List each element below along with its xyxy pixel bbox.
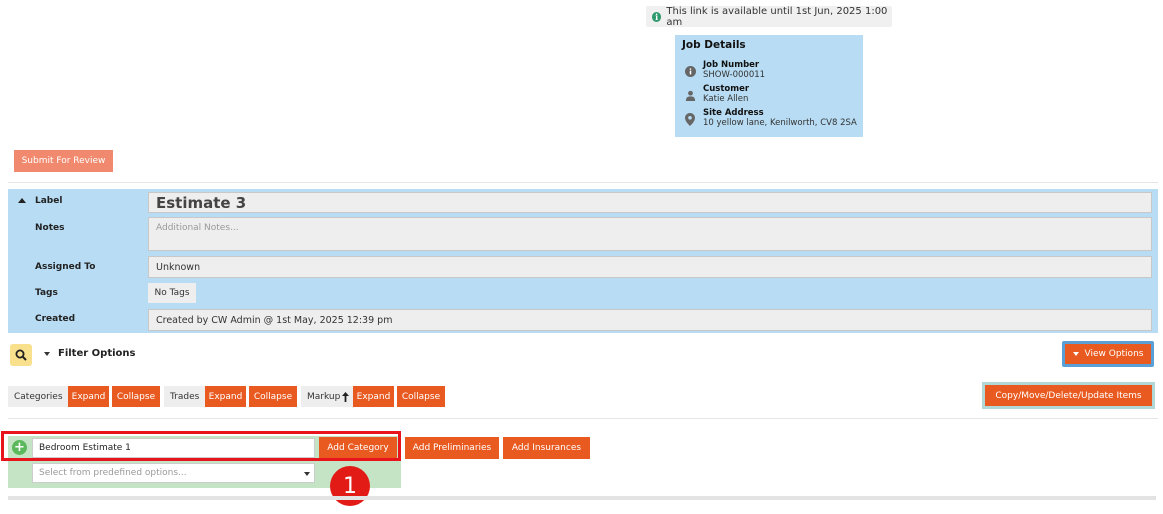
- categories-group-label: Categories: [8, 386, 68, 407]
- predefined-options-select[interactable]: Select from predefined options...: [32, 463, 315, 483]
- view-options-button[interactable]: View Options: [1065, 344, 1151, 364]
- add-insurances-button[interactable]: Add Insurances: [503, 437, 590, 459]
- markup-group-label: Markup: [301, 386, 353, 407]
- search-button[interactable]: [10, 344, 32, 366]
- filter-options-toggle[interactable]: Filter Options: [44, 348, 135, 359]
- person-icon: [683, 88, 697, 102]
- notes-textarea[interactable]: Additional Notes...: [148, 217, 1152, 251]
- step-number-badge: 1: [330, 466, 370, 506]
- assigned-to-field[interactable]: Unknown: [148, 256, 1152, 278]
- search-icon: [15, 349, 27, 361]
- select-placeholder: Select from predefined options...: [39, 468, 187, 478]
- divider: [8, 418, 1158, 419]
- caret-down-icon: [304, 472, 310, 476]
- arrow-up-icon: [342, 391, 350, 402]
- map-pin-icon: [683, 112, 697, 126]
- customer-row: Customer Katie Allen: [683, 84, 749, 105]
- customer-value: Katie Allen: [703, 94, 749, 104]
- trades-expand-button[interactable]: Expand: [205, 386, 246, 407]
- trades-collapse-button[interactable]: Collapse: [249, 386, 297, 407]
- notes-field-label: Notes: [35, 223, 65, 233]
- categories-collapse-button[interactable]: Collapse: [112, 386, 160, 407]
- created-label: Created: [35, 314, 76, 324]
- divider: [8, 182, 1158, 183]
- markup-label: Markup: [307, 391, 341, 402]
- job-number-label: Job Number: [703, 60, 760, 70]
- link-availability-notice: i This link is available until 1st Jun, …: [646, 5, 892, 28]
- site-address-value: 10 yellow lane, Kenilworth, CV8 2SA: [703, 118, 857, 128]
- caret-down-icon: [1072, 352, 1079, 356]
- submit-for-review-button[interactable]: Submit For Review: [14, 150, 113, 172]
- info-icon: [683, 64, 697, 78]
- label-field-label: Label: [35, 196, 63, 206]
- categories-expand-button[interactable]: Expand: [68, 386, 109, 407]
- highlight-box: [1, 431, 401, 461]
- copy-move-wrapper: Copy/Move/Delete/Update Items: [982, 382, 1155, 409]
- job-number-value: SHOW-000011: [703, 70, 766, 80]
- estimate-details-panel: Label Estimate 3 Notes Additional Notes.…: [8, 189, 1158, 333]
- markup-expand-button[interactable]: Expand: [353, 386, 394, 407]
- markup-collapse-button[interactable]: Collapse: [397, 386, 445, 407]
- add-preliminaries-button[interactable]: Add Preliminaries: [405, 437, 499, 459]
- job-details-title: Job Details: [682, 39, 746, 51]
- view-options-label: View Options: [1084, 349, 1144, 359]
- trades-group-label: Trades: [164, 386, 205, 407]
- tags-label: Tags: [35, 288, 58, 298]
- estimate-label-input[interactable]: Estimate 3: [148, 192, 1152, 213]
- customer-label: Customer: [703, 84, 750, 94]
- created-field: Created by CW Admin @ 1st May, 2025 12:3…: [148, 309, 1152, 331]
- site-address-row: Site Address 10 yellow lane, Kenilworth,…: [683, 108, 857, 129]
- tags-value[interactable]: No Tags: [148, 283, 196, 303]
- collapse-toggle-icon[interactable]: [18, 198, 26, 203]
- site-address-label: Site Address: [703, 108, 764, 118]
- job-details-card: Job Details Job Number SHOW-000011 Custo…: [675, 35, 863, 137]
- view-options-wrapper: View Options: [1062, 341, 1154, 367]
- filter-options-label: Filter Options: [58, 348, 136, 359]
- job-number-row: Job Number SHOW-000011: [683, 60, 765, 81]
- info-icon: i: [652, 11, 662, 22]
- copy-move-delete-update-button[interactable]: Copy/Move/Delete/Update Items: [985, 385, 1152, 406]
- assigned-to-label: Assigned To: [35, 262, 96, 272]
- caret-down-icon: [44, 351, 50, 356]
- notice-text: This link is available until 1st Jun, 20…: [666, 5, 888, 28]
- bottom-divider: [8, 496, 1156, 500]
